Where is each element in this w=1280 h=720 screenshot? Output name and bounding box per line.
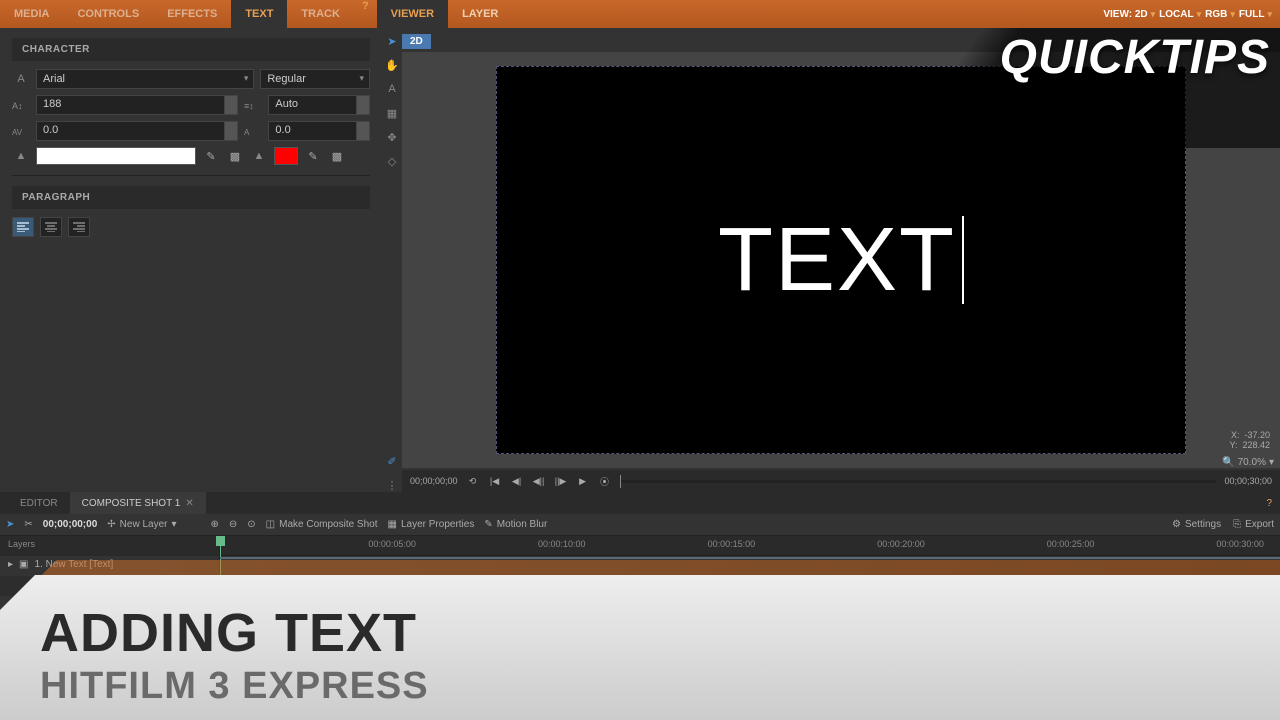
coords-readout: X: -37.20 Y: 228.42 bbox=[1229, 430, 1270, 450]
font-icon: A bbox=[12, 73, 30, 85]
font-size-input[interactable]: 188 bbox=[36, 95, 238, 115]
canvas-area[interactable]: TEXT bbox=[402, 52, 1280, 468]
local-dropdown[interactable]: LOCAL bbox=[1159, 9, 1201, 20]
outline-icon: ▲ bbox=[250, 150, 268, 162]
new-layer-button[interactable]: ✢ New Layer ▾ bbox=[107, 519, 176, 530]
hand-tool-icon[interactable]: ✋ bbox=[385, 58, 399, 72]
export-button[interactable]: ⎘ Export bbox=[1233, 519, 1274, 530]
layers-header: Layers bbox=[0, 536, 220, 556]
pen-tool-icon[interactable]: ✐ bbox=[385, 454, 399, 468]
tab-controls[interactable]: CONTROLS bbox=[63, 0, 153, 28]
leading-icon: ≡↕ bbox=[244, 99, 262, 111]
layer-blend[interactable]: None bbox=[0, 576, 220, 596]
tracking2-icon: A bbox=[244, 125, 262, 137]
font-dropdown[interactable]: Arial bbox=[36, 69, 254, 89]
timeline-ruler[interactable]: 00:00:05:00 00:00:10:00 00:00:15:00 00:0… bbox=[220, 536, 1280, 556]
in-button[interactable]: ⊕ bbox=[211, 519, 219, 530]
align-left-button[interactable] bbox=[12, 217, 34, 237]
fill-color-swatch[interactable] bbox=[36, 147, 196, 165]
motion-blur-button[interactable]: ✎ Motion Blur bbox=[484, 519, 547, 530]
leading-input[interactable]: Auto bbox=[268, 95, 370, 115]
full-dropdown[interactable]: FULL bbox=[1239, 9, 1272, 20]
make-composite-button[interactable]: ◫ Make Composite Shot bbox=[266, 519, 378, 530]
goto-start-button[interactable]: |◀ bbox=[488, 474, 502, 488]
play-button[interactable]: ▶ bbox=[576, 474, 590, 488]
tab-composite[interactable]: COMPOSITE SHOT 1✕ bbox=[70, 492, 206, 514]
layer-properties-button[interactable]: ▦ Layer Properties bbox=[388, 519, 475, 530]
slice-tool-icon[interactable]: ✂ bbox=[24, 519, 32, 530]
visibility-icon[interactable]: ▣ bbox=[19, 559, 28, 573]
outline-color-swatch[interactable] bbox=[274, 147, 298, 165]
align-right-button[interactable] bbox=[68, 217, 90, 237]
tab-layer[interactable]: LAYER bbox=[448, 0, 512, 28]
anchor-tool-icon[interactable]: ✥ bbox=[385, 130, 399, 144]
record-button[interactable]: ⦿ bbox=[598, 474, 612, 488]
out-button[interactable]: ⊖ bbox=[229, 519, 237, 530]
weight-dropdown[interactable]: Regular bbox=[260, 69, 370, 89]
character-header: CHARACTER bbox=[12, 38, 370, 61]
tracking-icon: AV bbox=[12, 125, 30, 137]
text-tool-icon[interactable]: A bbox=[385, 82, 399, 96]
time-right: 00;00;30;00 bbox=[1224, 476, 1272, 486]
tab-viewer[interactable]: VIEWER bbox=[377, 0, 448, 28]
align-center-button[interactable] bbox=[40, 217, 62, 237]
text-panel: CHARACTER A Arial Regular A↕ 188 ≡↕ Auto… bbox=[0, 28, 382, 492]
view-mode-dropdown[interactable]: VIEW: 2D bbox=[1103, 9, 1155, 20]
svg-text:A: A bbox=[244, 128, 250, 137]
settings-button[interactable]: ⚙ Settings bbox=[1172, 519, 1221, 530]
help-bottom-icon[interactable]: ? bbox=[1266, 498, 1280, 509]
select-tool-icon[interactable]: ➤ bbox=[385, 34, 399, 48]
track-tool-icon[interactable]: ◇ bbox=[385, 154, 399, 168]
zoom-dropdown[interactable]: 🔍 70.0% ▾ bbox=[1222, 457, 1274, 468]
eyedropper-fill-icon[interactable]: ✎ bbox=[202, 147, 220, 165]
tab-media[interactable]: MEDIA bbox=[0, 0, 63, 28]
svg-text:A↕: A↕ bbox=[12, 101, 23, 111]
svg-text:AV: AV bbox=[12, 128, 23, 137]
nocolor-outline-icon[interactable]: ▩ bbox=[328, 147, 346, 165]
fill-icon: ▲ bbox=[12, 150, 30, 162]
layer-row[interactable]: ▸ ▣ 1. New Text [Text] bbox=[0, 556, 220, 576]
eyedropper-outline-icon[interactable]: ✎ bbox=[304, 147, 322, 165]
tab-track[interactable]: TRACK bbox=[287, 0, 354, 28]
step-back-button[interactable]: ◀|| bbox=[532, 474, 546, 488]
pointer-tool-icon[interactable]: ➤ bbox=[6, 519, 14, 530]
layer-clip[interactable] bbox=[220, 557, 1280, 559]
fit-button[interactable]: ⊙ bbox=[247, 519, 255, 530]
tracking-input[interactable]: 0.0 bbox=[36, 121, 238, 141]
viewer-2d-tab[interactable]: 2D bbox=[402, 34, 431, 49]
expand-icon[interactable]: ▸ bbox=[8, 559, 13, 573]
tab-text[interactable]: TEXT bbox=[231, 0, 287, 28]
paragraph-header: PARAGRAPH bbox=[12, 186, 370, 209]
size-icon: A↕ bbox=[12, 99, 30, 111]
loop-button[interactable]: ⟲ bbox=[466, 474, 480, 488]
options-tool-icon[interactable]: ⋮ bbox=[385, 478, 399, 492]
timeline-time[interactable]: 00;00;00;00 bbox=[43, 519, 97, 530]
prev-frame-button[interactable]: ◀| bbox=[510, 474, 524, 488]
canvas-text[interactable]: TEXT bbox=[718, 209, 956, 312]
layer-track-area[interactable] bbox=[220, 556, 1280, 576]
tab-effects[interactable]: EFFECTS bbox=[153, 0, 231, 28]
svg-text:≡↕: ≡↕ bbox=[244, 101, 254, 111]
step-fwd-button[interactable]: ||▶ bbox=[554, 474, 568, 488]
close-tab-icon[interactable]: ✕ bbox=[185, 498, 193, 509]
mask-tool-icon[interactable]: ▦ bbox=[385, 106, 399, 120]
rgb-dropdown[interactable]: RGB bbox=[1205, 9, 1235, 20]
text-cursor-icon bbox=[962, 216, 964, 304]
tab-editor[interactable]: EDITOR bbox=[8, 492, 70, 514]
help-icon[interactable]: ? bbox=[362, 0, 369, 28]
tracking2-input[interactable]: 0.0 bbox=[268, 121, 370, 141]
nocolor-fill-icon[interactable]: ▩ bbox=[226, 147, 244, 165]
overlay-quicktips: QUICKTIPS bbox=[1000, 30, 1280, 85]
time-left: 00;00;00;00 bbox=[410, 476, 458, 486]
canvas[interactable]: TEXT bbox=[496, 66, 1186, 454]
